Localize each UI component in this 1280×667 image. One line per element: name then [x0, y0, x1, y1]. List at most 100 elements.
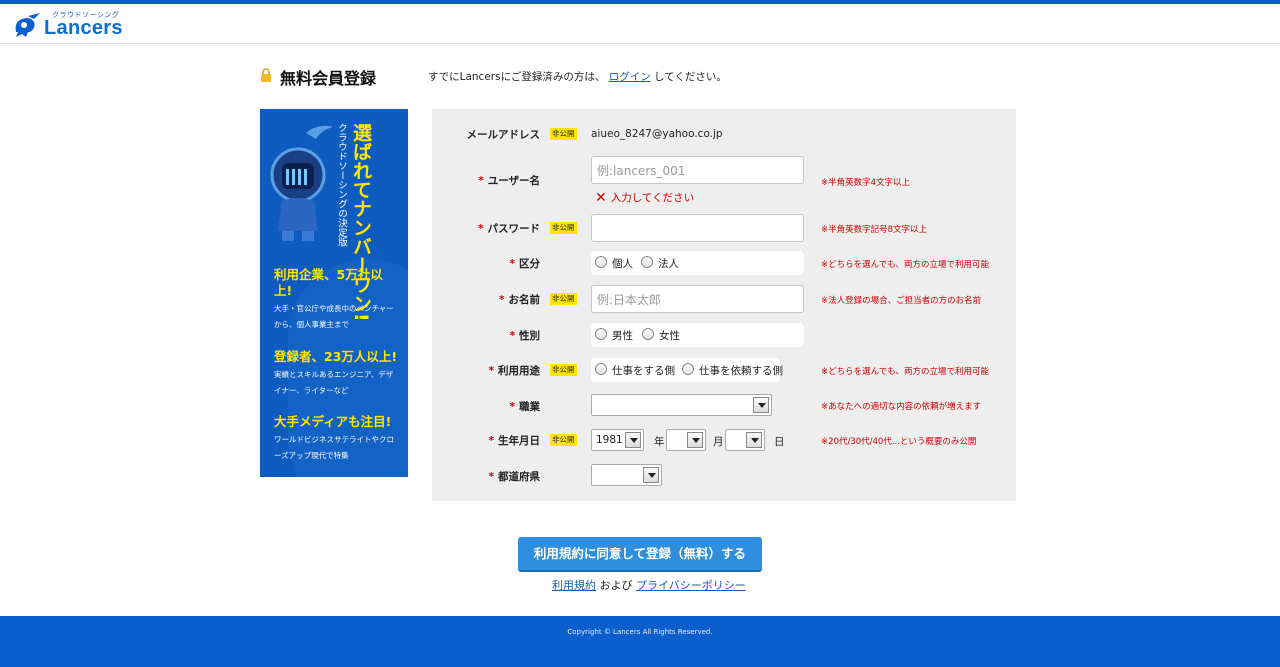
required-mark: *	[509, 258, 516, 270]
password-input[interactable]	[591, 214, 804, 242]
required-mark: *	[488, 471, 495, 483]
category-hint: ※どちらを選んでも、両方の立場で利用可能	[821, 260, 989, 270]
usage-label-client: 仕事を依頼する側	[699, 365, 783, 377]
title-row: 無料会員登録 すでにLancersにご登録済みの方は、 ログイン してください。	[260, 64, 1020, 88]
chevron-down-icon	[625, 432, 641, 448]
name-label-text: お名前	[508, 294, 541, 306]
usage-radio-client[interactable]	[682, 363, 694, 375]
gender-row: * 性別 男性 女性	[432, 323, 1016, 347]
prefecture-label: * 都道府県	[489, 469, 541, 484]
job-row: * 職業 ※あなたへの適切な内容の依頼が増えます	[432, 394, 1016, 418]
copyright-text: Copyright © Lancers All Rights Reserved.	[567, 628, 713, 636]
name-label: * お名前	[499, 292, 540, 307]
promo-block-text: 大手・官公庁や成長中のベンチャーから、個人事業主まで	[274, 304, 394, 329]
lancers-logo[interactable]: クラウドソーシング Lancers	[12, 10, 132, 40]
site-footer: Copyright © Lancers All Rights Reserved.	[0, 616, 1280, 667]
prefecture-row: * 都道府県	[432, 464, 1016, 488]
private-badge: 非公開	[550, 293, 577, 305]
day-unit: 日	[774, 436, 785, 448]
username-placeholder: 例:lancers_001	[597, 164, 686, 178]
usage-hint: ※どちらを選んでも、両方の立場で利用可能	[821, 367, 989, 377]
birth-year-select[interactable]: 1981	[591, 429, 644, 451]
promo-headline: 選ばれてナンバーワン!	[350, 123, 372, 322]
job-label: * 職業	[510, 399, 541, 414]
usage-radio-group: 仕事をする側 仕事を依頼する側	[591, 358, 783, 382]
promo-block-text: 実績とスキルあるエンジニア、デザイナー、ライターなど	[274, 370, 394, 395]
registration-form: メールアドレス 非公開 aiueo_8247@yahoo.co.jp * ユーザー…	[432, 109, 1016, 501]
category-radio-corporate[interactable]	[641, 256, 653, 268]
birth-year-value: 1981	[596, 434, 623, 446]
birthday-row: * 生年月日 非公開 1981 年 月 日 ※20代/30代/40代...という概…	[432, 429, 1016, 453]
prefecture-select[interactable]	[591, 464, 662, 486]
birth-month-select[interactable]	[666, 429, 706, 451]
email-label-text: メールアドレス	[466, 129, 541, 141]
password-row: * パスワード 非公開 ※半角英数字記号8文字以上	[432, 214, 1016, 242]
login-note: すでにLancersにご登録済みの方は、 ログイン してください。	[428, 69, 727, 84]
chevron-down-icon	[753, 397, 769, 413]
name-input[interactable]: 例:日本太郎	[591, 285, 804, 313]
promo-block: 利用企業、5万社以上! 大手・官公庁や成長中のベンチャーから、個人事業主まで	[274, 267, 398, 333]
error-x-icon: ✕	[595, 190, 607, 206]
birth-day-select[interactable]	[725, 429, 765, 451]
year-unit: 年	[654, 436, 665, 448]
username-row: * ユーザー名 例:lancers_001 ※半角英数字4文字以上 ✕ 入力してくだ…	[432, 156, 1016, 208]
usage-row: * 利用用途 非公開 仕事をする側 仕事を依頼する側 ※どちらを選んでも、両方の立…	[432, 358, 1016, 382]
category-label-corporate: 法人	[658, 258, 679, 270]
password-label: * パスワード	[478, 221, 540, 236]
gender-label-female: 女性	[659, 330, 680, 342]
username-hint: ※半角英数字4文字以上	[821, 178, 911, 188]
name-row: * お名前 非公開 例:日本太郎 ※法人登録の場合、ご担当者の方のお名前	[432, 285, 1016, 313]
lancer-knight-icon	[15, 13, 40, 37]
required-mark: *	[509, 401, 516, 413]
birthday-label-text: 生年月日	[498, 435, 540, 447]
private-badge: 非公開	[550, 364, 577, 376]
gender-radio-female[interactable]	[642, 328, 654, 340]
and-text: および	[599, 579, 633, 592]
category-label-text: 区分	[519, 258, 540, 270]
promo-block-title: 大手メディアも注目!	[274, 414, 392, 429]
privacy-policy-link[interactable]: プライバシーポリシー	[636, 579, 746, 592]
terms-link[interactable]: 利用規約	[552, 579, 596, 592]
job-hint: ※あなたへの適切な内容の依頼が増えます	[821, 402, 982, 412]
required-mark: *	[499, 294, 505, 306]
username-input[interactable]: 例:lancers_001	[591, 156, 804, 184]
username-label-text: ユーザー名	[487, 175, 540, 187]
category-label: * 区分	[510, 256, 541, 271]
chevron-down-icon	[746, 432, 762, 448]
register-submit-button[interactable]: 利用規約に同意して登録（無料）する	[518, 537, 762, 572]
username-label: * ユーザー名	[478, 173, 540, 188]
logo-wordmark: Lancers	[44, 17, 123, 39]
job-label-text: 職業	[519, 401, 540, 413]
login-note-suffix: してください。	[654, 71, 727, 83]
required-mark: *	[478, 223, 484, 235]
required-mark: *	[488, 435, 495, 447]
promo-block: 大手メディアも注目! ワールドビジネスサテライトやクローズアップ現代で特集	[274, 414, 398, 464]
category-row: * 区分 個人 法人 ※どちらを選んでも、両方の立場で利用可能	[432, 251, 1016, 275]
gender-radio-male[interactable]	[595, 328, 607, 340]
site-header: クラウドソーシング Lancers	[0, 4, 1280, 44]
terms-links: 利用規約 および プライバシーポリシー	[552, 577, 746, 593]
promo-block-text: ワールドビジネスサテライトやクローズアップ現代で特集	[274, 435, 394, 460]
chevron-down-icon	[687, 432, 703, 448]
birthday-hint: ※20代/30代/40代...という概要のみ公開	[821, 437, 977, 447]
name-hint: ※法人登録の場合、ご担当者の方のお名前	[821, 296, 982, 306]
email-value: aiueo_8247@yahoo.co.jp	[591, 128, 723, 140]
required-mark: *	[488, 365, 495, 377]
usage-label-text: 利用用途	[498, 365, 540, 377]
private-badge: 非公開	[550, 222, 577, 234]
prefecture-label-text: 都道府県	[498, 471, 540, 483]
usage-radio-worker[interactable]	[595, 363, 607, 375]
birthday-label: * 生年月日	[489, 433, 541, 448]
login-link[interactable]: ログイン	[609, 71, 651, 83]
chevron-down-icon	[643, 467, 659, 483]
promo-subline: クラウドソーシングの決定版	[336, 123, 347, 247]
password-label-text: パスワード	[487, 223, 541, 235]
username-error-text: 入力してください	[610, 192, 695, 204]
category-radio-individual[interactable]	[595, 256, 607, 268]
private-badge: 非公開	[550, 434, 577, 446]
gender-label: * 性別	[510, 328, 541, 343]
password-hint: ※半角英数字記号8文字以上	[821, 225, 928, 235]
category-label-individual: 個人	[612, 258, 633, 270]
job-select[interactable]	[591, 394, 772, 416]
email-label: メールアドレス	[467, 127, 541, 142]
